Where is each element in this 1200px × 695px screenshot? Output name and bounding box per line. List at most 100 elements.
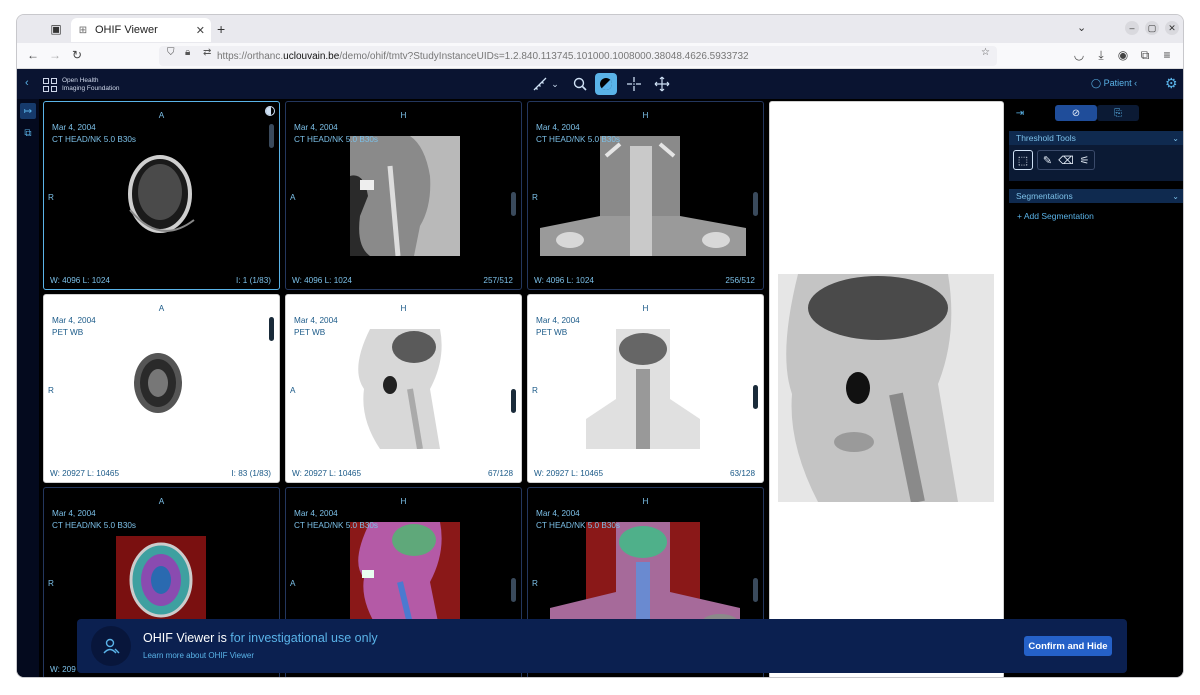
viewport-scrollbar[interactable] [269, 124, 274, 148]
viewport-ct-axial[interactable]: A Mar 4, 2004 CT HEAD/NK 5.0 B30s R W: 4… [43, 101, 280, 290]
expand-left-panel-icon[interactable]: ↦ [20, 103, 36, 119]
window-level: W: 4096 L: 1024 [50, 276, 110, 285]
viewport-ct-sagittal[interactable]: H Mar 4, 2004 CT HEAD/NK 5.0 B30s A W: 4… [285, 101, 522, 290]
user-search-icon [91, 626, 131, 666]
collapse-right-panel-icon[interactable]: ⇥ [1011, 105, 1029, 121]
series-description: CT HEAD/NK 5.0 B30s [294, 135, 379, 144]
study-date: Mar 4, 2004 [294, 316, 338, 325]
orientation-left: R [532, 386, 538, 395]
viewport-scrollbar[interactable] [511, 578, 516, 602]
segmentations-header[interactable]: Segmentations ⌄ [1009, 189, 1183, 203]
viewport-scrollbar[interactable] [753, 192, 758, 216]
window-level: W: 209 [50, 665, 76, 674]
chevron-down-icon: ⌄ [1172, 133, 1179, 143]
window-level: W: 4096 L: 1024 [292, 276, 352, 285]
pet-sagittal-image [358, 329, 442, 449]
viewport-pet-coronal[interactable]: H Mar 4, 2004 PET WB R W: 20927 L: 10465… [527, 294, 764, 483]
brush-icon[interactable]: ✎ [1037, 150, 1057, 170]
back-chevron-icon[interactable]: ‹ [25, 77, 29, 89]
add-segmentation-button[interactable]: + Add Segmentation [1017, 211, 1094, 221]
left-side-panel-strip: ↦ ⧉ [17, 99, 39, 677]
permissions-icon[interactable]: ⇄ [203, 47, 211, 58]
orientation-left: R [48, 193, 54, 202]
frame-number: 63/128 [729, 469, 755, 478]
right-panel: ⇥ ⊘ ⎘ Threshold Tools ⌄ ⬚ ✎ ⌫ ⚟ Segmenta… [1009, 99, 1183, 677]
brush-settings-icon[interactable]: ⚟ [1075, 150, 1095, 170]
tab-close-icon[interactable]: ✕ [196, 24, 205, 37]
plus-icon: + [1017, 211, 1024, 221]
minimize-icon[interactable]: – [1125, 21, 1139, 35]
orientation-top: A [158, 111, 165, 120]
series-description: PET WB [536, 328, 568, 337]
study-date: Mar 4, 2004 [52, 316, 96, 325]
viewport-scrollbar[interactable] [269, 317, 274, 341]
studies-panel-icon[interactable]: ⧉ [20, 125, 36, 141]
patient-button[interactable]: ◯ Patient ‹ [1091, 78, 1137, 89]
patient-icon: ◯ [1091, 78, 1104, 88]
list-all-tabs-icon[interactable]: ⌄ [1077, 21, 1086, 34]
viewport-pet-sagittal[interactable]: H Mar 4, 2004 PET WB A W: 20927 L: 10465… [285, 294, 522, 483]
investigational-use-banner: OHIF Viewer is for investigational use o… [77, 619, 1127, 673]
frame-number: I: 83 (1/83) [231, 469, 271, 478]
viewport-scrollbar[interactable] [511, 389, 516, 413]
tab-export-icon[interactable]: ⎘ [1097, 105, 1139, 121]
tab-segmentation-icon[interactable]: ⊘ [1055, 105, 1097, 121]
viewport-pet-axial[interactable]: A Mar 4, 2004 PET WB R W: 20927 L: 10465… [43, 294, 280, 483]
downloads-icon[interactable]: ⤓ [1093, 47, 1109, 63]
lock-icon[interactable]: 🔒︎ [185, 47, 190, 58]
new-tab-icon[interactable]: + [217, 21, 225, 37]
orientation-top: H [400, 304, 407, 313]
viewport-scrollbar[interactable] [511, 192, 516, 216]
measure-dropdown-icon[interactable]: ⌄ [549, 73, 561, 95]
close-window-icon[interactable]: ✕ [1165, 21, 1179, 35]
zoom-tool-icon[interactable] [569, 73, 591, 95]
url-bar[interactable]: https://orthanc. uclouvain.be/demo/ohif/t… [159, 46, 997, 66]
study-date: Mar 4, 2004 [52, 509, 96, 518]
reload-icon[interactable]: ↻ [69, 47, 85, 63]
ohif-logo[interactable]: Open Health Imaging Foundation [43, 77, 119, 93]
extensions-icon[interactable]: ⧉ [1137, 47, 1153, 63]
learn-more-link[interactable]: Learn more about OHIF Viewer [143, 651, 254, 660]
pocket-icon[interactable]: ◡ [1071, 47, 1087, 63]
browser-tab[interactable]: ⊞ OHIF Viewer ✕ [71, 18, 211, 42]
maximize-icon[interactable]: ▢ [1145, 21, 1159, 35]
pet-mip-image [778, 274, 994, 502]
viewport-scrollbar[interactable] [753, 385, 758, 409]
orientation-left: R [48, 579, 54, 588]
bookmark-star-icon[interactable]: ☆ [981, 47, 990, 58]
tab-list-icon[interactable]: ▣ [47, 20, 65, 38]
viewport-ct-coronal[interactable]: H Mar 4, 2004 CT HEAD/NK 5.0 B30s R W: 4… [527, 101, 764, 290]
banner-title-highlight: for investigational use only [230, 631, 378, 645]
series-description: CT HEAD/NK 5.0 B30s [536, 521, 621, 530]
chevron-down-icon: ⌄ [1172, 191, 1179, 201]
viewport-pet-mip[interactable] [769, 101, 1004, 677]
account-icon[interactable]: ◉ [1115, 47, 1131, 63]
orientation-left: A [290, 193, 296, 202]
study-date: Mar 4, 2004 [294, 509, 338, 518]
back-icon[interactable]: ← [25, 47, 41, 63]
rectangle-roi-threshold-icon[interactable]: ⬚ [1013, 150, 1033, 170]
tab-strip: ▣ ⊞ OHIF Viewer ✕ + ⌄ – ▢ ✕ [17, 15, 1183, 43]
menu-icon[interactable]: ≡ [1159, 47, 1175, 63]
shield-icon[interactable]: ⛉ [167, 47, 175, 58]
measure-tool-icon[interactable] [529, 73, 551, 95]
viewport-scrollbar[interactable] [753, 578, 758, 602]
frame-number: I: 1 (1/83) [235, 276, 271, 285]
pet-coronal-image [586, 329, 700, 449]
add-segmentation-label: Add Segmentation [1023, 211, 1094, 221]
study-date: Mar 4, 2004 [52, 123, 96, 132]
window-level-tool-icon[interactable] [595, 73, 617, 95]
study-date: Mar 4, 2004 [536, 123, 580, 132]
tab-title: OHIF Viewer [95, 24, 158, 36]
eraser-icon[interactable]: ⌫ [1056, 150, 1076, 170]
pan-tool-icon[interactable] [651, 73, 673, 95]
crosshairs-tool-icon[interactable] [623, 73, 645, 95]
study-date: Mar 4, 2004 [536, 509, 580, 518]
frame-number: 256/512 [725, 276, 755, 285]
settings-gear-icon[interactable]: ⚙ [1165, 75, 1178, 92]
forward-icon[interactable]: → [47, 47, 63, 63]
threshold-tools-header[interactable]: Threshold Tools ⌄ [1009, 131, 1183, 145]
study-date: Mar 4, 2004 [536, 316, 580, 325]
tab-favicon-icon: ⊞ [78, 24, 88, 36]
confirm-and-hide-button[interactable]: Confirm and Hide [1024, 636, 1112, 656]
